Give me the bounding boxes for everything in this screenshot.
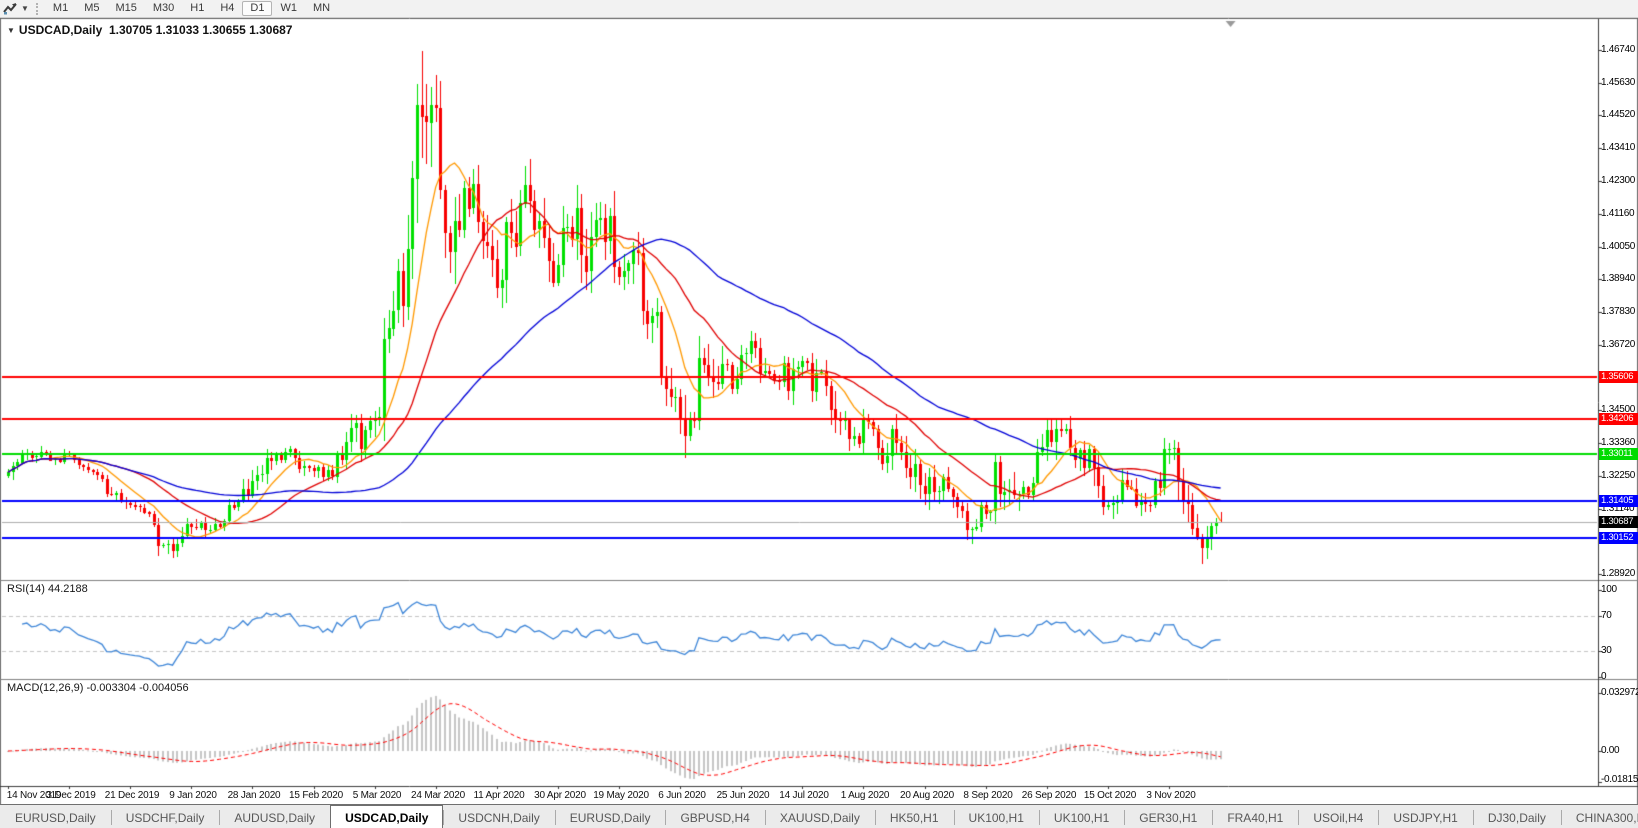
mt4-workspace: { "toolbar": { "timeframes": ["M1","M5",… (0, 0, 1638, 828)
chevron-down-icon[interactable]: ▼ (21, 4, 29, 13)
chart-tab-eurusd-daily[interactable]: EURUSD,Daily (554, 805, 666, 828)
chart-tab-usdcad-daily[interactable]: USDCAD,Daily (330, 805, 444, 828)
chart-window: ▼ USDCAD,Daily 1.30705 1.31033 1.30655 1.… (0, 18, 1638, 804)
timeframe-button-w1[interactable]: W1 (272, 1, 305, 16)
chart-tabs: EURUSD,Daily USDCHF,Daily AUDUSD,Daily USDC… (0, 805, 1638, 828)
timeframe-button-m30[interactable]: M30 (145, 1, 182, 16)
timeframe-button-d1[interactable]: D1 (242, 1, 273, 16)
chart-tab-usoil-h4[interactable]: USOil,H4 (1298, 805, 1378, 828)
chart-tab-usdjpy-h1[interactable]: USDJPY,H1 (1378, 805, 1472, 828)
timeframe-button-m15[interactable]: M15 (107, 1, 144, 16)
timeframe-button-m5[interactable]: M5 (76, 1, 107, 16)
chart-tab-xauusd-daily[interactable]: XAUUSD,Daily (764, 805, 875, 828)
chart-tab-uk100-h1[interactable]: UK100,H1 (1038, 805, 1124, 828)
chart-canvas[interactable] (0, 18, 1638, 804)
chart-tab-gbpusd-h4[interactable]: GBPUSD,H4 (665, 805, 764, 828)
chart-tab-usdcnh-daily[interactable]: USDCNH,Daily (443, 805, 554, 828)
timeframe-button-h4[interactable]: H4 (212, 1, 242, 16)
chart-tab-fra40-h1[interactable]: FRA40,H1 (1212, 805, 1298, 828)
timeframe-button-h1[interactable]: H1 (182, 1, 212, 16)
timeframe-button-m1[interactable]: M1 (45, 1, 76, 16)
chart-tabbar: EURUSD,Daily USDCHF,Daily AUDUSD,Daily USDC… (0, 804, 1638, 828)
timeframe-button-mn[interactable]: MN (305, 1, 338, 16)
chart-tab-dj30-daily[interactable]: DJ30,Daily (1472, 805, 1561, 828)
timeframe-buttons: M1 M5 M15 M30 H1 H4 D1 W1 MN (45, 1, 338, 16)
chart-tab-eurusd-daily[interactable]: EURUSD,Daily (0, 805, 111, 828)
toolbar-grip (35, 2, 38, 15)
chart-tab-ger30-h1[interactable]: GER30,H1 (1124, 805, 1212, 828)
chart-tab-uk100-h1[interactable]: UK100,H1 (953, 805, 1039, 828)
charts-profile-icon[interactable] (3, 2, 18, 15)
chart-tab-usdchf-daily[interactable]: USDCHF,Daily (110, 805, 220, 828)
timeframe-toolbar: ▼ M1 M5 M15 M30 H1 H4 D1 W1 MN (0, 0, 1638, 18)
chart-tab-audusd-daily[interactable]: AUDUSD,Daily (219, 805, 330, 828)
chart-tab-china300-h1[interactable]: CHINA300,H1 (1560, 805, 1638, 828)
chart-tab-hk50-h1[interactable]: HK50,H1 (874, 805, 954, 828)
